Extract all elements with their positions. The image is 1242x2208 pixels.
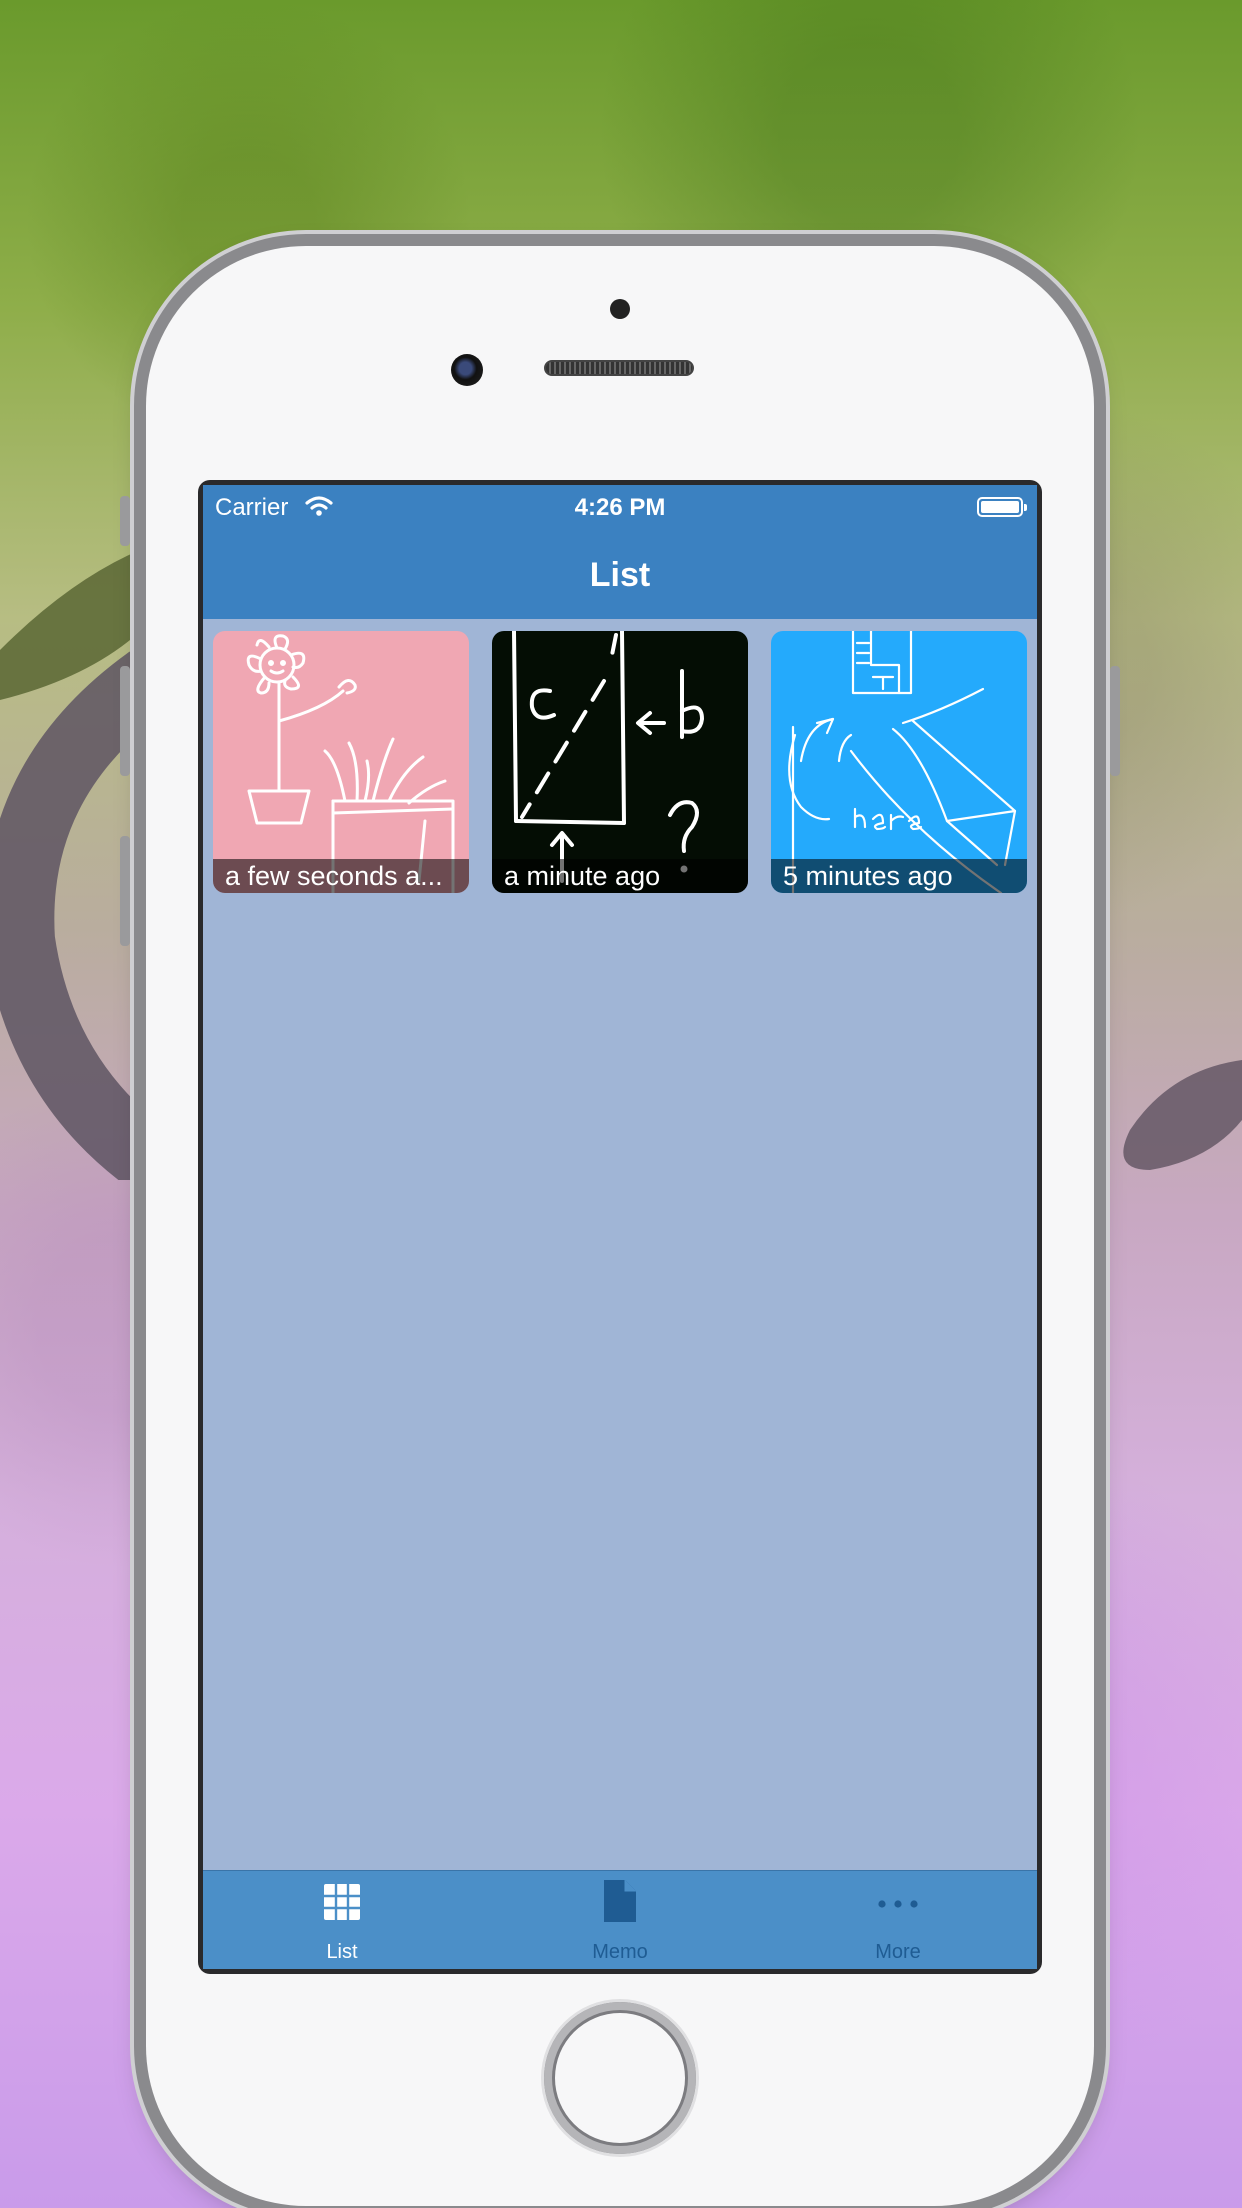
tab-label: List — [326, 1941, 358, 1963]
page-title: List — [589, 556, 651, 594]
sketch-drawing — [788, 631, 1017, 893]
battery-icon — [977, 497, 1027, 517]
document-icon — [604, 1880, 636, 1922]
memo-thumbnail-2[interactable]: a minute ago — [492, 631, 748, 893]
volume-down-button — [120, 836, 130, 946]
tab-bar: List Memo More — [203, 1870, 1037, 1969]
tab-label: Memo — [592, 1941, 648, 1963]
chalkboard-drawing — [512, 631, 704, 883]
tab-list[interactable]: List — [203, 1871, 481, 1969]
volume-up-button — [120, 666, 130, 776]
status-time: 4:26 PM — [574, 494, 666, 521]
grid-icon — [324, 1884, 360, 1920]
earpiece-speaker — [544, 360, 694, 376]
side-button — [120, 496, 130, 546]
app-screen: Carrier 4:26 PM List a few seconds a... … — [203, 485, 1037, 1969]
flower-drawing — [246, 634, 455, 893]
phone-screen: Carrier 4:26 PM List a few seconds a... … — [198, 480, 1042, 1974]
status-bar: Carrier 4:26 PM — [203, 485, 1037, 531]
memo-thumbnail-1[interactable]: a few seconds a... — [213, 631, 469, 893]
tab-memo[interactable]: Memo — [481, 1871, 759, 1969]
background-decoration — [0, 550, 160, 1180]
tab-more[interactable]: More — [759, 1871, 1037, 1969]
memo-timestamp: 5 minutes ago — [771, 859, 1027, 893]
power-button — [1110, 666, 1120, 776]
more-dots-icon — [878, 1900, 918, 1908]
memo-timestamp: a few seconds a... — [213, 859, 469, 893]
front-camera — [610, 299, 630, 319]
camera-lens — [451, 354, 483, 386]
tab-label: More — [875, 1941, 921, 1963]
phone-frame: Carrier 4:26 PM List a few seconds a... … — [120, 246, 1120, 2206]
background-decoration-right — [1123, 1060, 1242, 1170]
home-button[interactable] — [544, 2002, 696, 2154]
memo-thumbnail-3[interactable]: 5 minutes ago — [771, 631, 1027, 893]
memo-timestamp: a minute ago — [492, 859, 748, 893]
navigation-bar: List — [203, 531, 1037, 619]
